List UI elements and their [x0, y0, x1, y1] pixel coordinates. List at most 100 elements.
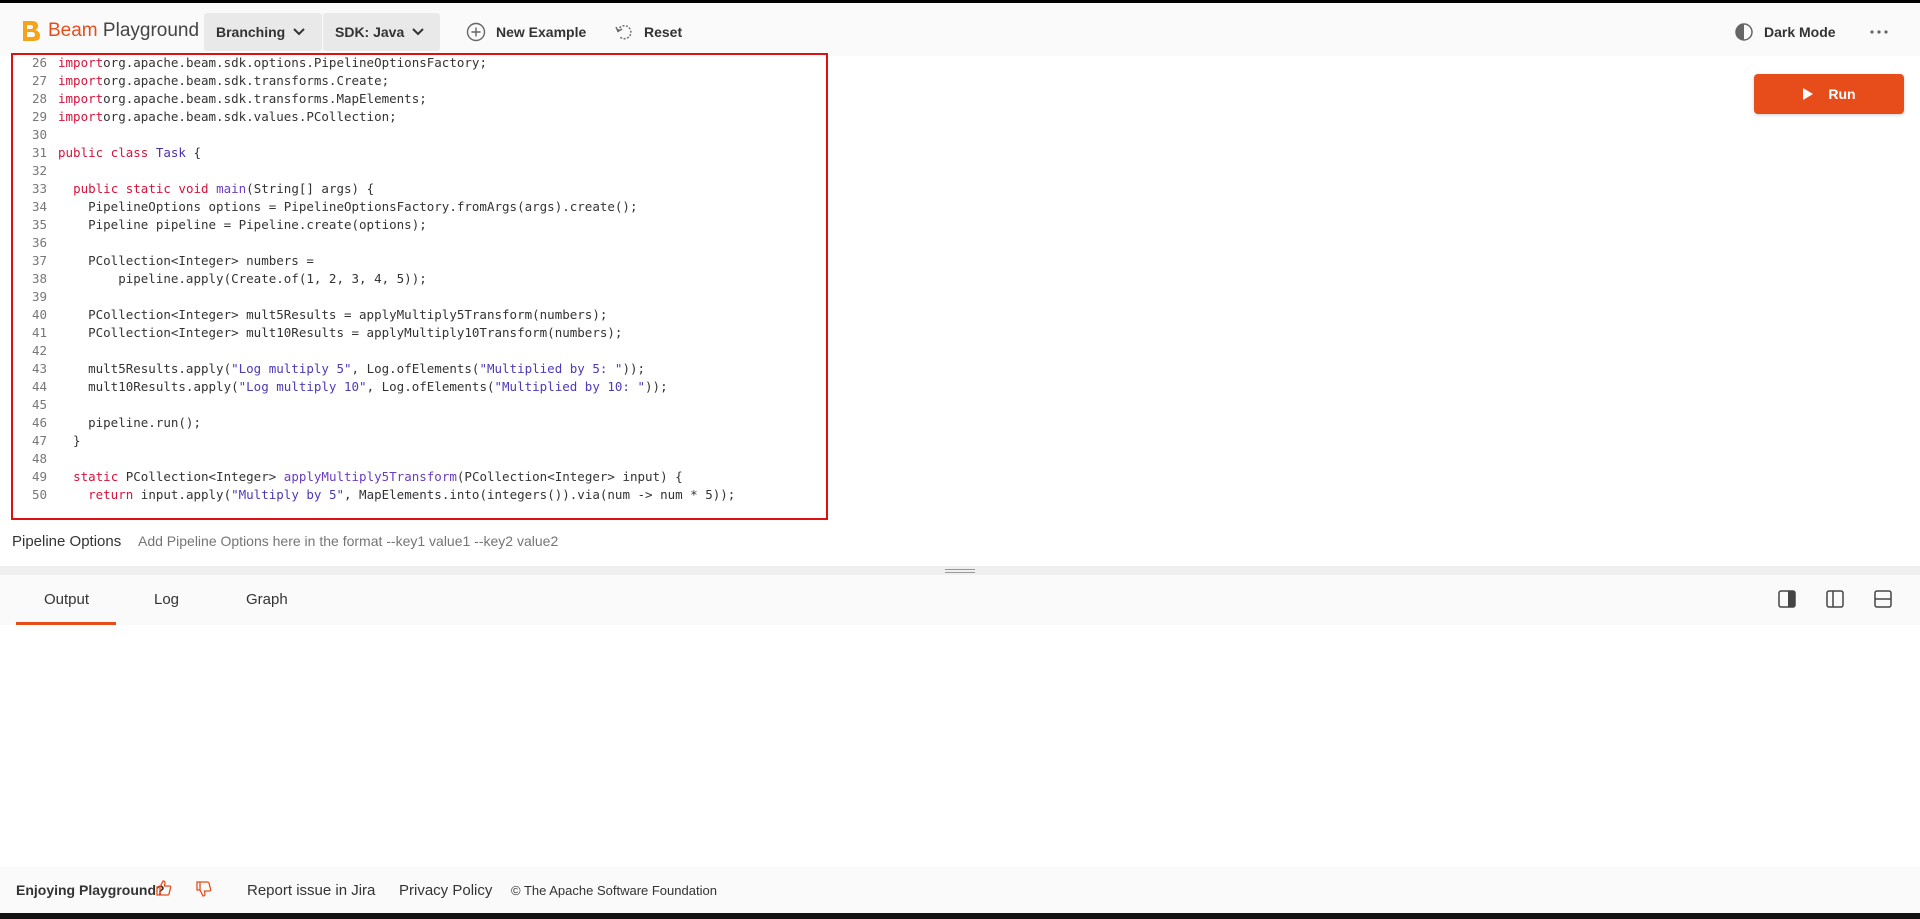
line-number: 35 — [31, 217, 47, 232]
code-line[interactable]: 35 Pipeline pipeline = Pipeline.create(o… — [13, 216, 427, 234]
line-number: 50 — [31, 487, 47, 502]
thumbs-up-icon[interactable] — [155, 880, 172, 897]
code-text: public class Task { — [58, 144, 201, 162]
code-token: public class — [58, 145, 149, 160]
sdk-dropdown[interactable]: SDK: Java — [323, 13, 440, 51]
code-text: PCollection<Integer> mult5Results = appl… — [58, 306, 607, 324]
code-line[interactable]: 38 pipeline.apply(Create.of(1, 2, 3, 4, … — [13, 270, 427, 288]
code-text: pipeline.run(); — [58, 414, 201, 432]
layout-right-panel-icon[interactable] — [1778, 590, 1796, 608]
code-line[interactable]: 42 — [13, 342, 58, 360]
code-token: applyMultiply5Transform — [283, 469, 457, 484]
code-line[interactable]: 37 PCollection<Integer> numbers = — [13, 252, 314, 270]
layout-left-panel-icon[interactable] — [1826, 590, 1844, 608]
tab-output[interactable]: Output — [44, 591, 89, 608]
code-token: PCollection<Integer> mult5Results = appl… — [58, 307, 608, 322]
bottom-edge — [0, 913, 1920, 919]
code-text: } — [58, 432, 81, 450]
pipeline-options-input[interactable] — [138, 533, 838, 549]
thumbs-down-icon[interactable] — [195, 880, 212, 897]
code-line[interactable]: 50 return input.apply("Multiply by 5", M… — [13, 486, 735, 504]
code-line[interactable]: 28 importorg.apache.beam.sdk.transforms.M… — [13, 90, 427, 108]
code-line[interactable]: 32 — [13, 162, 58, 180]
panel-splitter[interactable] — [0, 566, 1920, 575]
code-token: , Log.ofElements( — [351, 361, 480, 376]
code-token: "Multiply by 5" — [231, 487, 344, 502]
app-title[interactable]: Beam Playground — [48, 20, 199, 42]
code-token: PCollection<Integer> mult10Results = app… — [58, 325, 623, 340]
code-text: importorg.apache.beam.sdk.options.Pipeli… — [58, 55, 487, 72]
line-number: 34 — [31, 199, 47, 214]
code-token: (PCollection<Integer> input) { — [456, 469, 683, 484]
code-token: org.apache.beam.sdk.values.PCollection; — [103, 109, 397, 124]
code-line[interactable]: 48 — [13, 450, 58, 468]
code-line[interactable]: 43 mult5Results.apply("Log multiply 5", … — [13, 360, 645, 378]
code-token: input.apply( — [133, 487, 232, 502]
enjoying-playground-label: Enjoying Playground? — [16, 882, 165, 898]
tab-graph[interactable]: Graph — [246, 591, 288, 608]
code-line[interactable]: 41 PCollection<Integer> mult10Results = … — [13, 324, 623, 342]
line-number: 26 — [31, 55, 47, 70]
code-token: static — [73, 469, 119, 484]
code-text: pipeline.apply(Create.of(1, 2, 3, 4, 5))… — [58, 270, 427, 288]
product-name: Playground — [102, 20, 200, 41]
report-issue-link[interactable]: Report issue in Jira — [247, 882, 375, 899]
more-horizontal-icon[interactable] — [1870, 30, 1888, 34]
code-line[interactable]: 34 PipelineOptions options = PipelineOpt… — [13, 198, 638, 216]
line-number: 40 — [31, 307, 47, 322]
code-text: Pipeline pipeline = Pipeline.create(opti… — [58, 216, 427, 234]
code-line[interactable]: 47 } — [13, 432, 81, 450]
run-button[interactable]: Run — [1754, 74, 1904, 114]
code-line[interactable]: 33 public static void main(String[] args… — [13, 180, 374, 198]
code-text: importorg.apache.beam.sdk.transforms.Cre… — [58, 72, 389, 90]
line-number: 27 — [31, 73, 47, 88]
dark-mode-toggle[interactable]: Dark Mode — [1734, 13, 1836, 51]
code-token: , MapElements.into(integers()).via(num -… — [344, 487, 736, 502]
reset-icon — [615, 25, 632, 40]
example-dropdown[interactable]: Branching — [204, 13, 322, 51]
code-line[interactable]: 40 PCollection<Integer> mult5Results = a… — [13, 306, 607, 324]
code-token: )); — [645, 379, 668, 394]
line-number: 49 — [31, 469, 47, 484]
code-editor[interactable]: 26 importorg.apache.beam.sdk.options.Pipe… — [11, 53, 828, 520]
code-line[interactable]: 30 — [13, 126, 58, 144]
copyright-text: © The Apache Software Foundation — [511, 883, 717, 898]
sdk-dropdown-label: SDK: Java — [335, 24, 405, 40]
layout-bottom-panel-icon[interactable] — [1874, 590, 1892, 608]
code-line[interactable]: 39 — [13, 288, 58, 306]
code-token: "Multiplied by 5: " — [479, 361, 623, 376]
code-text: mult5Results.apply("Log multiply 5", Log… — [58, 360, 645, 378]
privacy-policy-link[interactable]: Privacy Policy — [399, 882, 492, 899]
drag-handle-icon[interactable] — [945, 569, 975, 573]
code-line[interactable]: 49 static PCollection<Integer> applyMult… — [13, 468, 683, 486]
line-number: 37 — [31, 253, 47, 268]
reset-button[interactable]: Reset — [614, 13, 682, 51]
code-line[interactable]: 27 importorg.apache.beam.sdk.transforms.C… — [13, 72, 389, 90]
code-line[interactable]: 46 pipeline.run(); — [13, 414, 201, 432]
code-text: importorg.apache.beam.sdk.transforms.Map… — [58, 90, 427, 108]
code-text: static PCollection<Integer> applyMultipl… — [58, 468, 683, 486]
code-line[interactable]: 44 mult10Results.apply("Log multiply 10"… — [13, 378, 668, 396]
code-line[interactable]: 26 importorg.apache.beam.sdk.options.Pipe… — [13, 55, 487, 72]
code-line[interactable]: 29 importorg.apache.beam.sdk.values.PColl… — [13, 108, 397, 126]
code-token: } — [58, 433, 81, 448]
add-circle-icon — [466, 22, 486, 42]
tab-log[interactable]: Log — [154, 591, 179, 608]
code-token: pipeline.apply(Create.of(1, 2, 3, 4, 5))… — [58, 271, 427, 286]
new-example-label: New Example — [496, 24, 587, 40]
code-text: return input.apply("Multiply by 5", MapE… — [58, 486, 735, 504]
code-line[interactable]: 45 — [13, 396, 58, 414]
line-number: 28 — [31, 91, 47, 106]
code-token: org.apache.beam.sdk.transforms.Create; — [103, 73, 390, 88]
code-token: "Log multiply 5" — [231, 361, 352, 376]
code-token: return — [88, 487, 134, 502]
code-line[interactable]: 36 — [13, 234, 58, 252]
line-number: 41 — [31, 325, 47, 340]
line-number: 38 — [31, 271, 47, 286]
code-line[interactable]: 31 public class Task { — [13, 144, 201, 162]
new-example-button[interactable]: New Example — [466, 13, 586, 51]
code-token: { — [185, 145, 202, 160]
